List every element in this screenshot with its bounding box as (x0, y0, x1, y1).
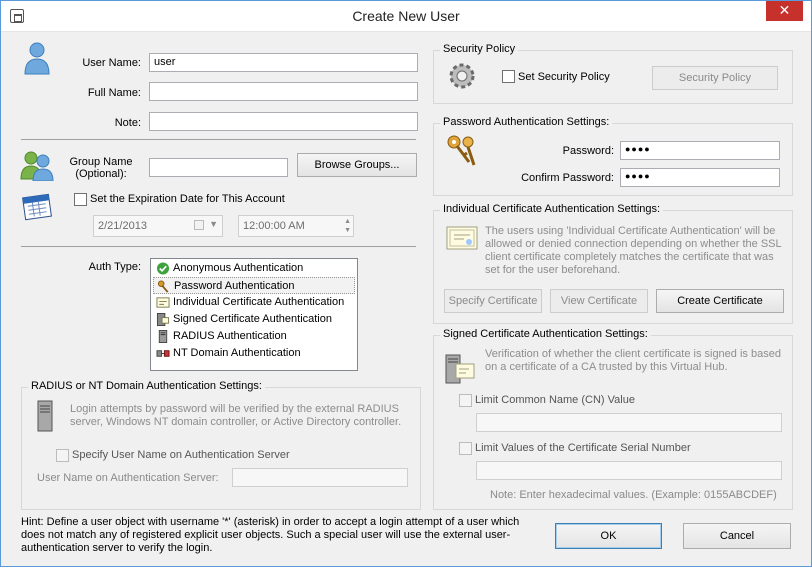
network-icon (156, 350, 170, 357)
password-label: Password: (562, 145, 614, 157)
keys-icon (447, 135, 476, 166)
list-item[interactable]: Anonymous Authentication (153, 260, 355, 277)
auth-server-username-input[interactable] (232, 468, 408, 487)
user-name-input[interactable]: user (149, 53, 418, 72)
security-policy-title: Security Policy (440, 43, 519, 55)
group-name-label: Group Name (Optional): (61, 156, 141, 180)
green-check-icon (156, 262, 170, 275)
browse-groups-button[interactable]: Browse Groups... (297, 153, 417, 177)
limit-cn-checkbox[interactable] (459, 394, 472, 407)
date-checkbox-icon (194, 220, 204, 230)
server-icon (37, 400, 53, 432)
hex-note: Note: Enter hexadecimal values. (Example… (490, 489, 777, 501)
close-button[interactable]: ✕ (766, 1, 803, 21)
radius-settings-group: RADIUS or NT Domain Authentication Setti… (21, 380, 421, 510)
group-name-label-line2: (Optional): (75, 168, 127, 180)
spin-arrows-icon[interactable]: ▲ ▼ (344, 217, 351, 235)
expiration-time-input[interactable]: 12:00:00 AM ▲ ▼ (238, 215, 354, 237)
list-item[interactable]: Signed Certificate Authentication (153, 311, 355, 328)
full-name-input[interactable] (149, 82, 418, 101)
auth-type-label: Auth Type: (88, 261, 141, 273)
auth-option-label: Password Authentication (174, 280, 295, 292)
ok-button[interactable]: OK (555, 523, 662, 549)
security-policy-button[interactable]: Security Policy (652, 66, 778, 90)
limit-cn-label: Limit Common Name (CN) Value (475, 394, 635, 406)
individual-cert-group: Individual Certificate Authentication Se… (433, 203, 793, 324)
password-auth-title: Password Authentication Settings: (440, 116, 613, 128)
create-certificate-button[interactable]: Create Certificate (656, 289, 784, 313)
limit-serial-checkbox[interactable] (459, 442, 472, 455)
password-input[interactable]: ●●●● (620, 141, 780, 160)
title-bar: Create New User ✕ (1, 1, 811, 32)
certificate-icon (446, 226, 478, 250)
auth-server-username-label: User Name on Authentication Server: (37, 472, 219, 484)
server-icon (158, 330, 168, 343)
signed-cert-title: Signed Certificate Authentication Settin… (440, 328, 651, 340)
signed-certificate-icon (445, 354, 475, 384)
group-name-input[interactable] (149, 158, 288, 177)
divider (21, 246, 416, 247)
note-label: Note: (114, 117, 141, 129)
gear-icon (449, 63, 475, 89)
full-name-label: Full Name: (87, 87, 141, 99)
group-name-label-line1: Group Name (69, 156, 133, 168)
expiration-label: Set the Expiration Date for This Account (90, 193, 285, 205)
specify-certificate-button[interactable]: Specify Certificate (444, 289, 542, 313)
cancel-button[interactable]: Cancel (683, 523, 791, 549)
calendar-icon (22, 193, 52, 221)
view-certificate-button[interactable]: View Certificate (550, 289, 648, 313)
signed-certificate-icon (156, 313, 170, 326)
individual-cert-description: The users using 'Individual Certificate … (485, 225, 782, 276)
security-policy-group: Security Policy Set Security Policy Secu… (433, 43, 793, 104)
specify-username-label: Specify User Name on Authentication Serv… (72, 449, 290, 461)
list-item[interactable]: Individual Certificate Authentication (153, 294, 355, 311)
auth-option-label: NT Domain Authentication (173, 347, 301, 359)
confirm-password-label: Confirm Password: (521, 172, 614, 184)
expiration-time: 12:00:00 AM (243, 220, 305, 232)
expiration-date-picker[interactable]: 2/21/2013 ▼ (93, 215, 223, 237)
expiration-checkbox[interactable] (74, 193, 87, 206)
confirm-password-input[interactable]: ●●●● (620, 168, 780, 187)
list-item[interactable]: NT Domain Authentication (153, 345, 355, 362)
security-policy-checkbox[interactable] (502, 70, 515, 83)
list-item[interactable]: RADIUS Authentication (153, 328, 355, 345)
create-new-user-dialog: Create New User ✕ User Name: user Full N… (0, 0, 812, 567)
limit-serial-label: Limit Values of the Certificate Serial N… (475, 442, 691, 454)
chevron-down-icon: ▼ (209, 219, 218, 229)
note-input[interactable] (149, 112, 418, 131)
user-name-label: User Name: (82, 57, 141, 69)
individual-cert-title: Individual Certificate Authentication Se… (440, 203, 664, 215)
expiration-date: 2/21/2013 (98, 220, 147, 232)
list-item[interactable]: Password Authentication (153, 277, 355, 294)
auth-type-listbox[interactable]: Anonymous Authentication Password Authen… (150, 258, 358, 371)
limit-serial-input[interactable] (476, 461, 782, 480)
certificate-icon (156, 297, 170, 308)
auth-option-label: Anonymous Authentication (173, 262, 304, 274)
specify-username-checkbox[interactable] (56, 449, 69, 462)
divider (21, 139, 416, 140)
auth-option-label: RADIUS Authentication (173, 330, 287, 342)
limit-cn-input[interactable] (476, 413, 782, 432)
keys-icon (157, 280, 169, 293)
signed-cert-description: Verification of whether the client certi… (485, 348, 781, 373)
radius-settings-title: RADIUS or NT Domain Authentication Setti… (28, 380, 265, 392)
auth-option-label: Individual Certificate Authentication (173, 296, 345, 308)
password-auth-group: Password Authentication Settings: Passwo… (433, 116, 793, 196)
security-policy-checkbox-label: Set Security Policy (518, 71, 610, 83)
window-title: Create New User (352, 8, 460, 24)
auth-option-label: Signed Certificate Authentication (173, 313, 332, 325)
group-icon (20, 151, 54, 181)
signed-cert-group: Signed Certificate Authentication Settin… (433, 328, 793, 510)
hint-text: Hint: Define a user object with username… (21, 516, 520, 554)
radius-description: Login attempts by password will be verif… (70, 403, 402, 428)
